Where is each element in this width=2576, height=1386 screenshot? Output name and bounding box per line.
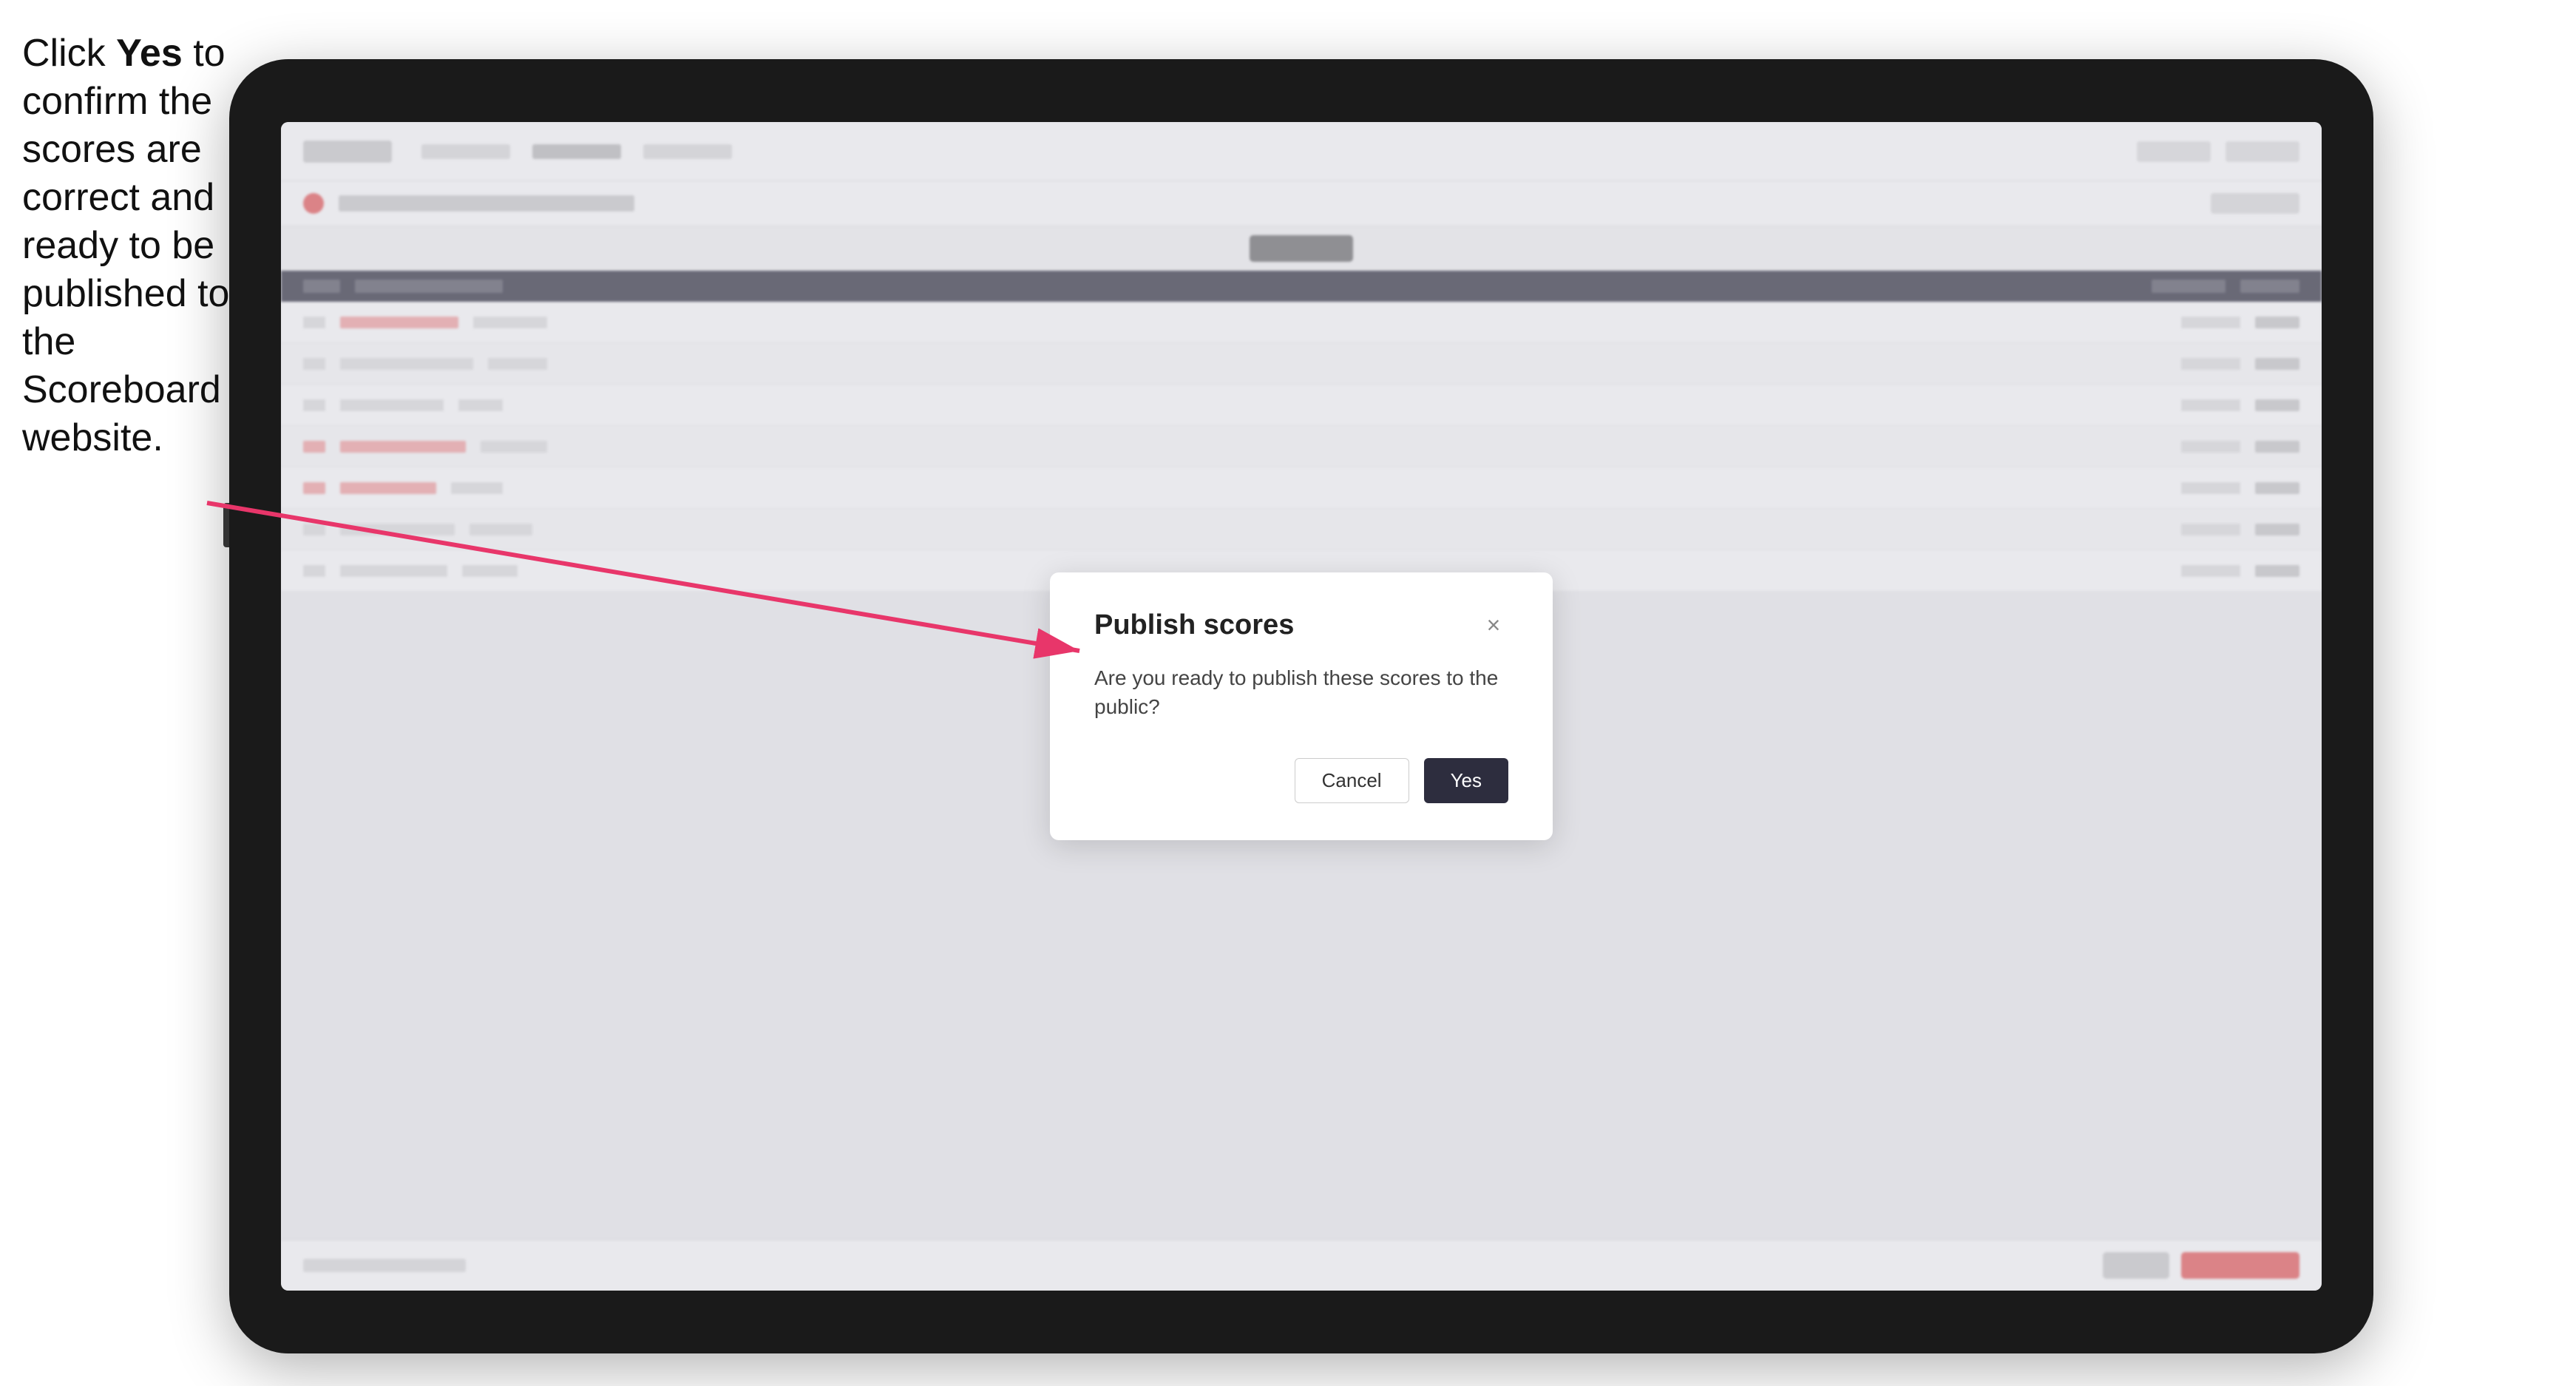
- tablet-side-button: [223, 503, 229, 547]
- instruction-bold: Yes: [116, 32, 183, 75]
- instruction-text: Click Yes to confirm the scores are corr…: [22, 30, 237, 462]
- modal-close-button[interactable]: ×: [1479, 610, 1508, 640]
- tablet-device: Publish scores × Are you ready to publis…: [229, 59, 2373, 1353]
- publish-scores-dialog: Publish scores × Are you ready to publis…: [1050, 572, 1553, 840]
- instruction-part2: to confirm the scores are correct and re…: [22, 32, 229, 459]
- tablet-screen: Publish scores × Are you ready to publis…: [281, 122, 2322, 1291]
- modal-body-text: Are you ready to publish these scores to…: [1094, 663, 1508, 721]
- cancel-button[interactable]: Cancel: [1295, 758, 1409, 803]
- instruction-part1: Click: [22, 32, 116, 75]
- modal-header: Publish scores ×: [1094, 609, 1508, 641]
- modal-overlay: Publish scores × Are you ready to publis…: [281, 122, 2322, 1291]
- yes-button[interactable]: Yes: [1424, 758, 1508, 803]
- modal-footer: Cancel Yes: [1094, 758, 1508, 803]
- modal-title: Publish scores: [1094, 609, 1294, 641]
